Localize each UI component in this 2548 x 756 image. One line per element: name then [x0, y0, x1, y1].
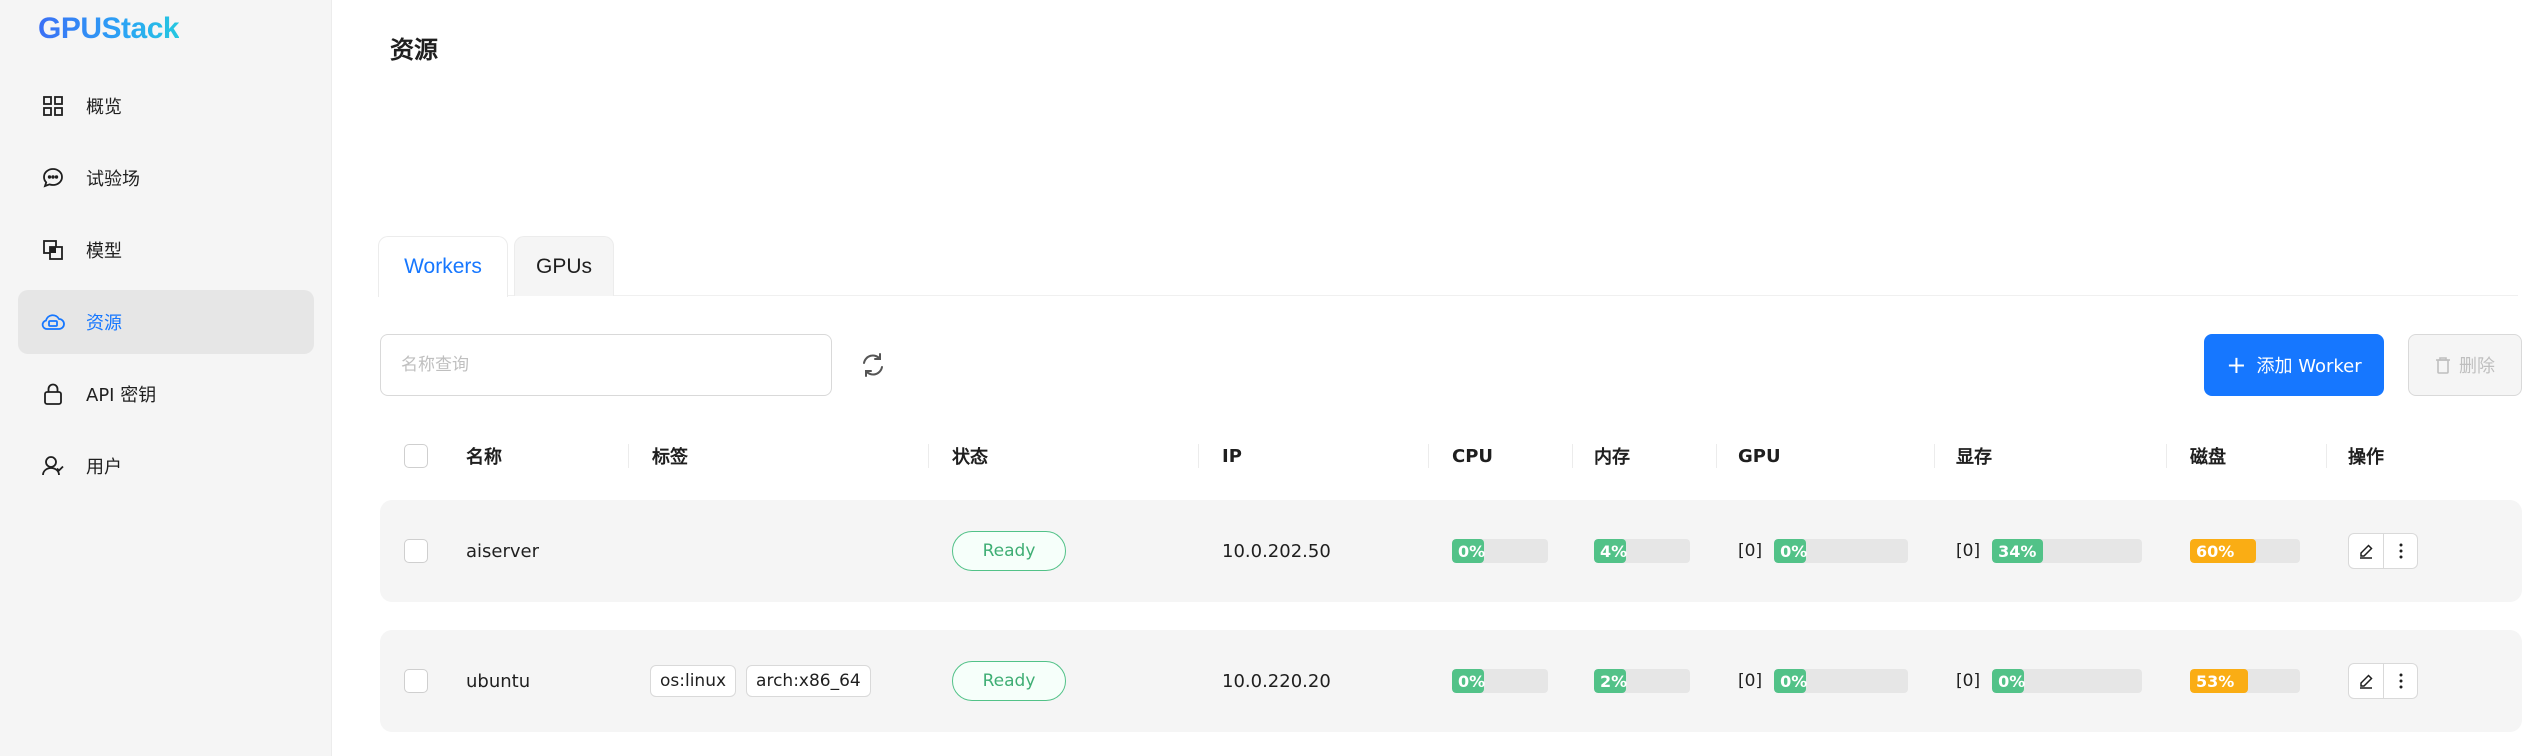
add-worker-button[interactable]: + 添加 Worker: [2204, 334, 2384, 396]
column-header-actions: 操作: [2348, 447, 2384, 468]
worker-name: ubuntu: [466, 670, 531, 692]
memory-usage-fill: 4%: [1594, 539, 1627, 563]
column-header-cpu[interactable]: CPU: [1452, 428, 1493, 484]
sidebar-item-label: 用户: [86, 457, 122, 478]
tab-bar: Workers GPUs: [378, 236, 2518, 297]
sidebar-item-label: 试验场: [86, 169, 140, 190]
tab-workers[interactable]: Workers: [378, 236, 508, 297]
status-badge: Ready: [952, 531, 1066, 571]
memory-usage-bar: 2%: [1594, 669, 1690, 693]
add-worker-label: 添加 Worker: [2256, 356, 2362, 377]
trash-icon: [2436, 357, 2450, 374]
dashboard-icon: [40, 93, 66, 119]
app-logo[interactable]: GPUStack: [38, 12, 180, 46]
worker-ip: 10.0.220.20: [1222, 670, 1331, 692]
column-header-vram[interactable]: 显存: [1956, 428, 1992, 484]
sidebar: GPUStack 概览 试验场 模型 资源 API 密钥 用户: [0, 0, 332, 756]
sidebar-item-label: 资源: [86, 313, 122, 334]
gpu-usage-bar: 0%: [1774, 669, 1909, 693]
cloud-icon: [40, 309, 66, 335]
column-divider: [928, 444, 929, 468]
vram-usage-bar: 34%: [1992, 539, 2143, 563]
plus-icon: +: [2226, 351, 2247, 379]
column-header-labels: 标签: [652, 447, 688, 468]
chat-icon: [40, 165, 66, 191]
row-actions: [2348, 533, 2418, 569]
worker-labels: os:linux arch:x86_64: [650, 630, 881, 732]
more-icon[interactable]: [2383, 534, 2417, 568]
column-divider: [1572, 444, 1573, 468]
label-tag: arch:x86_64: [746, 665, 871, 697]
sidebar-item-api-keys[interactable]: API 密钥: [18, 362, 314, 426]
gpu-index: [0]: [1738, 671, 1763, 691]
column-header-disk[interactable]: 磁盘: [2190, 428, 2226, 484]
refresh-icon[interactable]: [858, 350, 888, 380]
column-header-name[interactable]: 名称: [466, 428, 502, 484]
label-tag: os:linux: [650, 665, 737, 697]
vram-index: [0]: [1956, 541, 1981, 561]
gpu-usage-bar: 0%: [1774, 539, 1909, 563]
column-divider: [2326, 444, 2327, 468]
sidebar-item-playground[interactable]: 试验场: [18, 146, 314, 210]
row-checkbox[interactable]: [404, 539, 428, 563]
cpu-usage-bar: 0%: [1452, 669, 1548, 693]
disk-usage-fill: 60%: [2190, 539, 2256, 563]
sidebar-item-label: 模型: [86, 241, 122, 262]
memory-usage-bar: 4%: [1594, 539, 1690, 563]
page-title: 资源: [390, 36, 438, 64]
column-header-gpu[interactable]: GPU: [1738, 428, 1781, 484]
worker-name: aiserver: [466, 540, 540, 562]
table-row[interactable]: aiserver Ready 10.0.202.50 0% 4% [0] 0% …: [380, 500, 2522, 602]
column-divider: [2166, 444, 2167, 468]
disk-usage-fill: 53%: [2190, 669, 2249, 693]
sidebar-item-overview[interactable]: 概览: [18, 74, 314, 138]
table-header: 名称 标签 状态 IP CPU 内存 GPU 显存 磁盘 操作: [380, 428, 2522, 484]
row-checkbox[interactable]: [404, 669, 428, 693]
gpu-usage-fill: 0%: [1774, 539, 1807, 563]
vram-usage-bar: 0%: [1992, 669, 2143, 693]
disk-usage-bar: 53%: [2190, 669, 2300, 693]
gpu-usage-fill: 0%: [1774, 669, 1807, 693]
search-input[interactable]: [380, 334, 832, 396]
column-divider: [1934, 444, 1935, 468]
disk-usage-bar: 60%: [2190, 539, 2300, 563]
table-row[interactable]: ubuntu os:linux arch:x86_64 Ready 10.0.2…: [380, 630, 2522, 732]
sidebar-item-users[interactable]: 用户: [18, 434, 314, 498]
sidebar-item-models[interactable]: 模型: [18, 218, 314, 282]
column-divider: [628, 444, 629, 468]
model-icon: [40, 237, 66, 263]
vram-index: [0]: [1956, 671, 1981, 691]
column-divider: [1198, 444, 1199, 468]
column-divider: [1428, 444, 1429, 468]
cpu-usage-fill: 0%: [1452, 669, 1485, 693]
vram-usage-fill: 34%: [1992, 539, 2044, 563]
column-header-memory[interactable]: 内存: [1594, 428, 1630, 484]
more-icon[interactable]: [2383, 664, 2417, 698]
edit-icon[interactable]: [2349, 664, 2383, 698]
column-divider: [1716, 444, 1717, 468]
tab-gpus[interactable]: GPUs: [514, 236, 614, 296]
cpu-usage-fill: 0%: [1452, 539, 1485, 563]
delete-label: 删除: [2459, 356, 2495, 377]
vram-usage-fill: 0%: [1992, 669, 2025, 693]
status-badge: Ready: [952, 661, 1066, 701]
column-header-ip[interactable]: IP: [1222, 428, 1242, 484]
sidebar-item-label: 概览: [86, 97, 122, 118]
select-all-checkbox[interactable]: [404, 444, 428, 468]
cpu-usage-bar: 0%: [1452, 539, 1548, 563]
gpu-index: [0]: [1738, 541, 1763, 561]
sidebar-item-resources[interactable]: 资源: [18, 290, 314, 354]
lock-icon: [40, 381, 66, 407]
memory-usage-fill: 2%: [1594, 669, 1627, 693]
edit-icon[interactable]: [2349, 534, 2383, 568]
row-actions: [2348, 663, 2418, 699]
delete-button[interactable]: 删除: [2408, 334, 2522, 396]
sidebar-item-label: API 密钥: [86, 385, 157, 406]
sidebar-nav: 概览 试验场 模型 资源 API 密钥 用户: [18, 74, 314, 506]
user-icon: [40, 453, 66, 479]
worker-ip: 10.0.202.50: [1222, 540, 1331, 562]
column-header-status[interactable]: 状态: [952, 428, 988, 484]
